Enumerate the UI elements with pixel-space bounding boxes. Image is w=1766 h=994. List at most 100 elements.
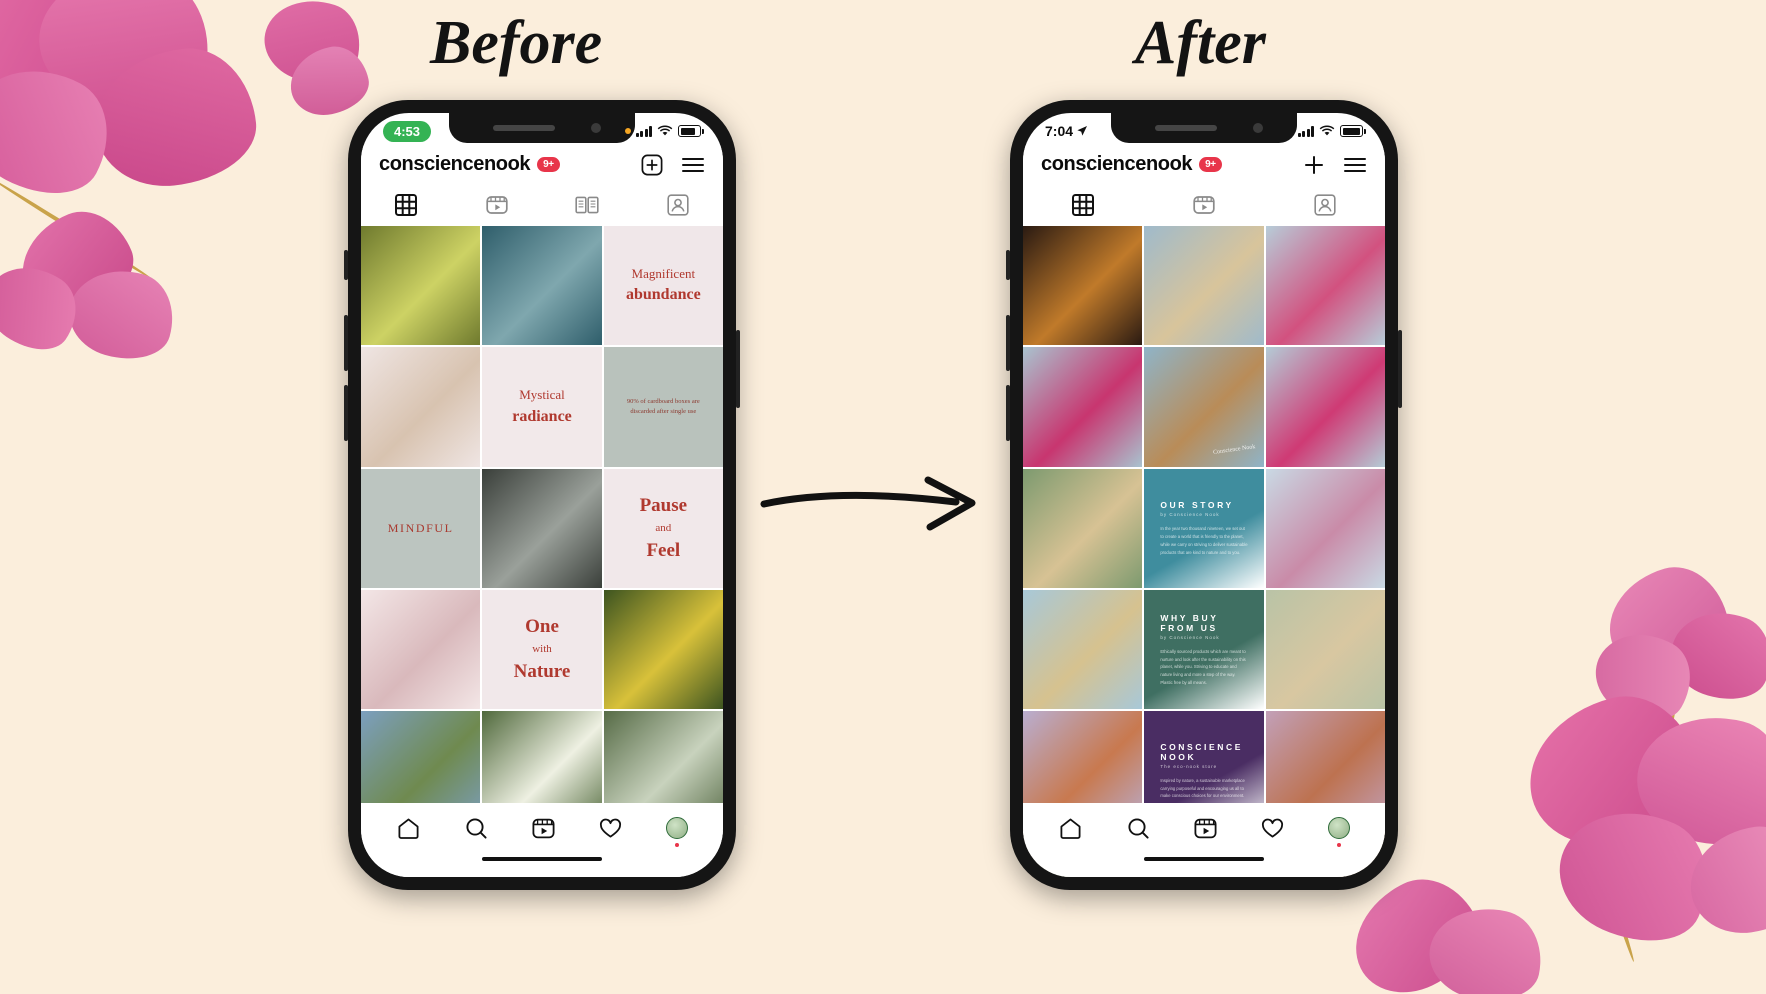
hamburger-menu-icon[interactable] xyxy=(1343,155,1367,175)
yellow-blossoms-photo-media xyxy=(361,226,481,346)
mystical-radiance-tile[interactable]: Mystical radiance xyxy=(482,347,602,467)
sailboat-rainbow-photo-media xyxy=(482,226,602,346)
profile-post-grid: Magnificent abundance Mystical radiance 90% … xyxy=(361,226,723,831)
sidebar-item-grid[interactable] xyxy=(361,190,452,220)
magnificent-abundance-tile-media: Magnificent abundance xyxy=(603,226,723,346)
cardboard-stat-tile[interactable]: 90% of cardboard boxes are discarded afte… xyxy=(603,347,723,467)
tagged-person-icon xyxy=(667,194,689,216)
sidebar-item-grid[interactable] xyxy=(1023,190,1144,220)
bougainvillea-tray-photo[interactable] xyxy=(1023,347,1143,467)
seed-diagram-photo-media xyxy=(361,347,481,467)
magnificent-abundance-tile-text: Magnificent abundance xyxy=(625,265,701,304)
pink-sky-brushes-photo-media xyxy=(1265,468,1385,589)
username-text: consciencenook xyxy=(379,153,531,175)
poster-canvas: Before After 4:53 consciencenook 9+ Magn… xyxy=(0,0,1766,994)
after-phone-mockup: 7:04 consciencenook 9+ Conscience Nook O… xyxy=(1006,100,1402,890)
instagram-header: consciencenook 9+ xyxy=(361,145,723,186)
mystical-radiance-tile-media: Mystical radiance xyxy=(482,347,602,467)
why-buy-from-us-tile-media: WHY BUY FROM US by Conscience Nook Ethical… xyxy=(1144,590,1264,710)
mindful-tile-media: MINDFUL xyxy=(361,468,481,589)
heart-icon[interactable] xyxy=(598,816,623,841)
bamboo-brush-flowers-photo-media xyxy=(1265,347,1385,467)
home-indicator xyxy=(482,857,602,861)
unread-badge: 9+ xyxy=(1199,156,1222,173)
before-phone-mockup: 4:53 consciencenook 9+ Magnificent abund… xyxy=(344,100,740,890)
profile-username-row[interactable]: consciencenook 9+ xyxy=(1041,153,1222,176)
signal-icon xyxy=(635,126,652,137)
profile-tabs xyxy=(1023,186,1385,226)
sidebar-item-tagged[interactable] xyxy=(633,190,724,220)
home-icon[interactable] xyxy=(1058,816,1083,841)
sailboat-rainbow-photo[interactable] xyxy=(482,226,602,346)
add-post-icon[interactable] xyxy=(641,154,663,176)
flower-circle-photo[interactable] xyxy=(361,590,481,710)
bamboo-toothbrush-photo[interactable] xyxy=(1023,468,1143,589)
why-buy-from-us-tile-text: WHY BUY FROM US by Conscience Nook Ethical… xyxy=(1160,612,1246,685)
one-with-nature-tile-text: One with Nature xyxy=(513,615,571,682)
magnificent-abundance-tile[interactable]: Magnificent abundance xyxy=(603,226,723,346)
reels-icon xyxy=(1193,196,1215,214)
profile-tabs xyxy=(361,186,723,226)
bottom-navigation xyxy=(1023,803,1385,877)
wooden-hangers-photo[interactable] xyxy=(1265,590,1385,710)
guides-book-icon xyxy=(575,196,599,214)
why-buy-from-us-tile[interactable]: WHY BUY FROM US by Conscience Nook Ethical… xyxy=(1144,590,1264,710)
home-icon[interactable] xyxy=(396,816,421,841)
sunflowers-photo[interactable] xyxy=(603,590,723,710)
search-icon[interactable] xyxy=(464,816,489,841)
bamboo-sticks-photo[interactable] xyxy=(1144,226,1264,346)
wifi-icon xyxy=(1319,125,1335,136)
seed-diagram-photo[interactable] xyxy=(361,347,481,467)
reels-icon[interactable] xyxy=(1193,816,1218,841)
bamboo-straws-flowers-photo-media xyxy=(1023,590,1143,710)
after-heading: After xyxy=(1135,9,1266,77)
shelves-bw-photo[interactable] xyxy=(482,468,602,589)
pink-flowers-basket-photo[interactable] xyxy=(1265,226,1385,346)
heart-icon[interactable] xyxy=(1260,816,1285,841)
status-bar: 7:04 xyxy=(1023,113,1385,145)
location-arrow-icon xyxy=(1077,126,1088,136)
search-icon[interactable] xyxy=(1126,816,1151,841)
pause-and-feel-tile-media: Pause and Feel xyxy=(603,468,723,589)
profile-username-row[interactable]: consciencenook 9+ xyxy=(379,153,560,176)
add-post-icon[interactable] xyxy=(1303,154,1325,176)
conscience-nook-tile-text: CONSCIENCE NOOK The eco-nook store Inspire… xyxy=(1160,741,1245,799)
hamburger-menu-icon[interactable] xyxy=(681,155,705,175)
conscience-nook-box-photo-media: Conscience Nook xyxy=(1144,347,1264,467)
pause-and-feel-tile[interactable]: Pause and Feel xyxy=(603,468,723,589)
bottom-navigation xyxy=(361,803,723,877)
bamboo-brush-flowers-photo[interactable] xyxy=(1265,347,1385,467)
mindful-tile[interactable]: MINDFUL xyxy=(361,468,481,589)
tagged-person-icon xyxy=(1314,194,1336,216)
yellow-blossoms-photo[interactable] xyxy=(361,226,481,346)
our-story-tile-media: OUR STORY by Conscience Nook In the year t… xyxy=(1144,468,1264,589)
reels-icon[interactable] xyxy=(531,816,556,841)
conscience-nook-box-photo-caption: Conscience Nook xyxy=(1212,443,1256,456)
bougainvillea-tray-photo-media xyxy=(1023,347,1143,467)
status-time: 7:04 xyxy=(1045,123,1074,139)
grid-icon xyxy=(1072,194,1095,216)
battery-icon xyxy=(678,125,704,137)
profile-avatar[interactable] xyxy=(665,817,688,839)
sunflowers-photo-media xyxy=(603,590,723,710)
transformation-arrow-icon xyxy=(760,476,976,531)
one-with-nature-tile[interactable]: One with Nature xyxy=(482,590,602,710)
pink-flowers-basket-photo-media xyxy=(1265,226,1385,346)
sidebar-item-reels[interactable] xyxy=(452,190,543,220)
pink-sky-brushes-photo[interactable] xyxy=(1265,468,1385,589)
bamboo-straws-flowers-photo[interactable] xyxy=(1023,590,1143,710)
shelves-bw-photo-media xyxy=(482,468,602,589)
sidebar-item-tagged[interactable] xyxy=(1264,190,1385,220)
our-story-tile[interactable]: OUR STORY by Conscience Nook In the year t… xyxy=(1144,468,1264,589)
before-phone-screen: 4:53 consciencenook 9+ Magnificent abund… xyxy=(361,113,723,877)
status-time: 4:53 xyxy=(383,120,432,142)
cardboard-stat-tile-media: 90% of cardboard boxes are discarded afte… xyxy=(603,347,723,467)
sidebar-item-guides[interactable] xyxy=(542,190,633,220)
reels-icon xyxy=(486,196,508,214)
sidebar-item-reels[interactable] xyxy=(1144,190,1265,220)
candle-dark-photo[interactable] xyxy=(1023,226,1143,346)
wooden-hangers-photo-media xyxy=(1265,590,1385,710)
grid-icon xyxy=(395,194,418,216)
conscience-nook-box-photo[interactable]: Conscience Nook xyxy=(1144,347,1264,467)
profile-avatar[interactable] xyxy=(1327,817,1350,839)
